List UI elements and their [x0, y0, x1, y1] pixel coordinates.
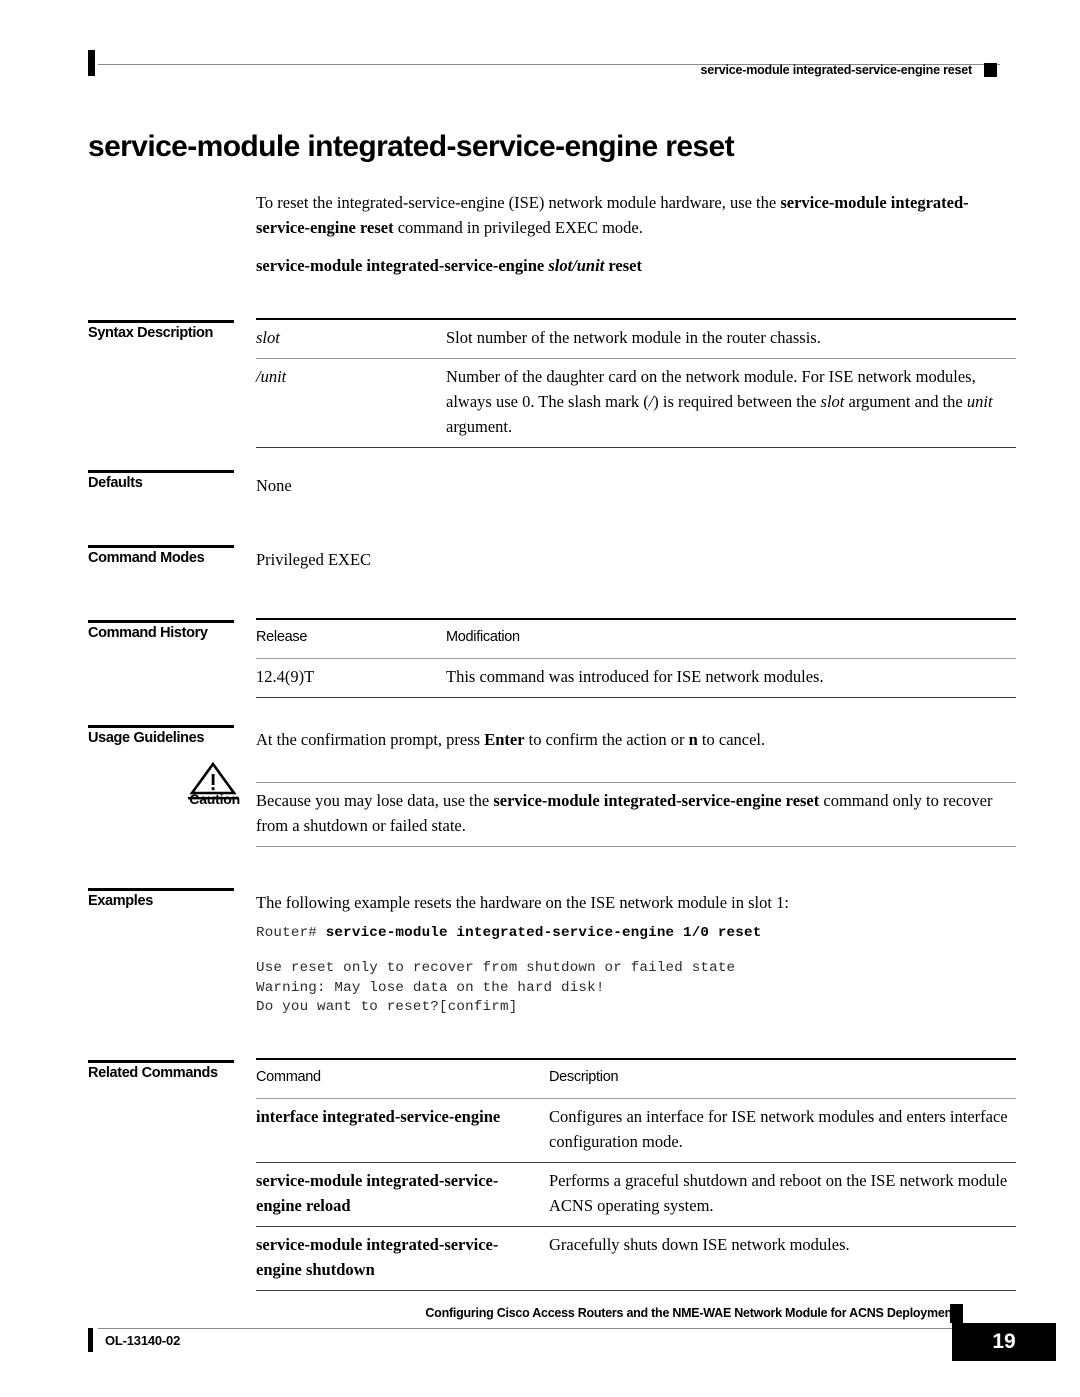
example-command: service-module integrated-service-engine… — [325, 925, 762, 941]
related-command-name-text: service-module integrated-service-engine… — [256, 1235, 499, 1279]
table-row: Because you may lose data, use the servi… — [256, 782, 1016, 847]
column-header-command: Command — [256, 1069, 321, 1085]
table-bottom-rule-row — [256, 1290, 1016, 1291]
syntax-desc-unit-i3: unit — [966, 392, 993, 411]
related-command-description: Configures an interface for ISE network … — [549, 1098, 1016, 1163]
intro-text-post: command in privileged EXEC mode. — [393, 218, 643, 237]
related-command-name-text: service-module integrated-service-engine… — [256, 1171, 499, 1215]
section-label-related-commands: Related Commands — [88, 1060, 234, 1081]
table-row: slot Slot number of the network module i… — [256, 319, 1016, 359]
header-edge-marker — [88, 50, 95, 76]
syntax-bold-suffix: reset — [604, 256, 642, 275]
usage-text-pre: At the confirmation prompt, press — [256, 730, 485, 749]
table-rule-cell — [446, 697, 1016, 698]
syntax-desc-slot: Slot number of the network module in the… — [446, 328, 821, 347]
syntax-term-unit-text: /unit — [256, 367, 287, 386]
syntax-term-unit: /unit — [256, 358, 446, 448]
syntax-italic-args: slot/unit — [548, 256, 605, 275]
table-rule-cell — [256, 1290, 549, 1291]
related-commands-table: Command Description interface integrated… — [256, 1058, 1016, 1291]
related-command-name: interface integrated-service-engine — [256, 1098, 549, 1163]
table-row: interface integrated-service-engine Conf… — [256, 1098, 1016, 1163]
table-rule-cell — [256, 846, 1016, 847]
document-page: service-module integrated-service-engine… — [0, 0, 1080, 1397]
router-prompt: Router# — [256, 925, 326, 941]
header-title: service-module integrated-service-engine… — [700, 63, 973, 77]
footer-square-marker — [950, 1304, 963, 1323]
footer-rule — [98, 1328, 964, 1329]
related-command-name: service-module integrated-service-engine… — [256, 1226, 549, 1291]
syntax-desc-unit-p2: ) is required between the — [653, 392, 821, 411]
usage-key-enter: Enter — [484, 730, 525, 749]
column-header-description: Description — [549, 1069, 619, 1085]
footer-edge-marker — [88, 1328, 93, 1352]
command-history-table: Release Modification 12.4(9)T This comma… — [256, 618, 1016, 698]
running-header: service-module integrated-service-engine… — [88, 42, 1000, 77]
syntax-desc-unit-p3: argument and the — [844, 392, 967, 411]
example-command-line: Router# service-module integrated-servic… — [256, 924, 1016, 944]
table-rule-cell — [446, 447, 1016, 448]
caution-text: Because you may lose data, use the servi… — [256, 782, 1016, 847]
syntax-desc-unit-p4: argument. — [446, 417, 513, 436]
table-row: service-module integrated-service-engine… — [256, 1162, 1016, 1227]
intro-text-pre: To reset the integrated-service-engine (… — [256, 193, 781, 212]
syntax-bold-prefix: service-module integrated-service-engine — [256, 256, 549, 275]
defaults-value: None — [256, 476, 292, 495]
footer-book-title: Configuring Cisco Access Routers and the… — [425, 1306, 963, 1320]
command-modes-value: Privileged EXEC — [256, 550, 372, 569]
syntax-desc-unit-i2: slot — [820, 392, 845, 411]
table-row: service-module integrated-service-engine… — [256, 1226, 1016, 1291]
example-output: Use reset only to recover from shutdown … — [256, 960, 736, 1015]
section-label-syntax-description: Syntax Description — [88, 320, 234, 341]
examples-intro: The following example resets the hardwar… — [256, 893, 789, 912]
section-label-examples: Examples — [88, 888, 234, 909]
page-number: 19 — [952, 1323, 1056, 1361]
section-label-usage-guidelines: Usage Guidelines — [88, 725, 234, 746]
column-header-release: Release — [256, 629, 308, 645]
page-footer: Configuring Cisco Access Routers and the… — [88, 1304, 1056, 1378]
related-command-name-text: interface integrated-service-engine — [256, 1107, 501, 1126]
syntax-term-slot: slot — [256, 319, 446, 359]
syntax-term-slot-text: slot — [256, 328, 280, 347]
usage-text-post: to cancel. — [697, 730, 766, 749]
table-header-row: Command Description — [256, 1059, 1016, 1099]
table-header-row: Release Modification — [256, 619, 1016, 659]
usage-guidelines-text: At the confirmation prompt, press Enter … — [256, 727, 1016, 752]
table-rule-cell — [256, 697, 446, 698]
intro-paragraph: To reset the integrated-service-engine (… — [256, 190, 1016, 240]
usage-text-mid: to confirm the action or — [524, 730, 689, 749]
table-rule-cell — [256, 447, 446, 448]
syntax-description-table: slot Slot number of the network module i… — [256, 318, 1016, 448]
section-label-command-history: Command History — [88, 620, 234, 641]
table-bottom-rule-row — [256, 447, 1016, 448]
caution-command-bold: service-module integrated-service-engine… — [493, 791, 820, 810]
related-command-name: service-module integrated-service-engine… — [256, 1162, 549, 1227]
caution-text-pre: Because you may lose data, use the — [256, 791, 494, 810]
related-command-description: Performs a graceful shutdown and reboot … — [549, 1162, 1016, 1227]
usage-key-n: n — [688, 730, 698, 749]
release-value: 12.4(9)T — [256, 658, 446, 698]
table-bottom-rule-row — [256, 697, 1016, 698]
section-label-command-modes: Command Modes — [88, 545, 234, 566]
caution-label: Caution — [189, 791, 240, 807]
table-row: 12.4(9)T This command was introduced for… — [256, 658, 1016, 698]
section-label-defaults: Defaults — [88, 470, 234, 491]
column-header-modification: Modification — [446, 629, 520, 645]
syntax-desc-unit: Number of the daughter card on the netwo… — [446, 358, 1016, 448]
syntax-line: service-module integrated-service-engine… — [256, 253, 1016, 278]
footer-document-id: OL-13140-02 — [105, 1333, 181, 1348]
caution-block: Because you may lose data, use the servi… — [256, 782, 1016, 847]
table-rule-cell — [549, 1290, 1016, 1291]
related-command-description: Gracefully shuts down ISE network module… — [549, 1226, 1016, 1291]
page-title: service-module integrated-service-engine… — [88, 130, 735, 163]
header-square-marker — [984, 63, 997, 77]
modification-value: This command was introduced for ISE netw… — [446, 658, 1016, 698]
table-bottom-rule-row — [256, 846, 1016, 847]
table-row: /unit Number of the daughter card on the… — [256, 358, 1016, 448]
